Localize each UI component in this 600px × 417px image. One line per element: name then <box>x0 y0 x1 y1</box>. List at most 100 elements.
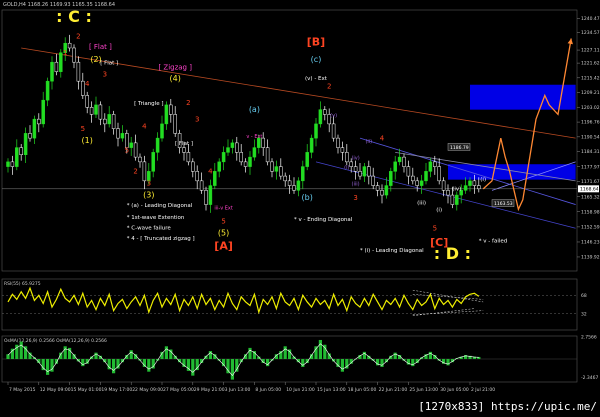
candle-body <box>138 156 142 163</box>
wave-label: 2 <box>133 168 137 176</box>
wave-label: 1 <box>63 49 67 57</box>
candle-body <box>252 147 257 158</box>
wave-label: (3) <box>143 190 154 199</box>
candle-body <box>419 180 424 186</box>
osma-bar <box>380 359 384 367</box>
candle-body <box>230 142 235 148</box>
wave-label: [A] <box>214 240 233 253</box>
time-label: 27 May 05:00 <box>163 387 194 393</box>
wave-label: 2 <box>186 99 190 107</box>
candle-body <box>85 95 89 108</box>
forecast-path <box>482 38 572 212</box>
annotation-note: * v - failed <box>479 239 507 245</box>
annotation-note: * (a) - Leading Diagonal <box>127 203 193 209</box>
wave-label: [ Flat ] <box>100 61 118 67</box>
wave-label: 2 <box>76 32 80 40</box>
annotation-note: * C-wave failure <box>127 225 172 231</box>
candle-body <box>6 161 10 167</box>
candle-body <box>283 175 287 182</box>
candle-body <box>59 52 63 72</box>
osma-bar <box>46 359 50 375</box>
wave-label: 3 <box>353 194 357 202</box>
osma-bar <box>266 359 270 367</box>
symbol-header: GOLD,H4 1168.26 1169.93 1165.35 1168.64 <box>3 2 116 8</box>
wave-label: (1) <box>82 136 93 145</box>
current-price-label: 1168.64 <box>580 187 599 193</box>
price-label: 1240.47 <box>581 16 600 22</box>
candle-body <box>265 147 270 163</box>
wave-label: (4) <box>170 74 181 83</box>
wave-label: [ Flat ] <box>89 43 112 51</box>
osma-bar <box>191 359 195 376</box>
candle-body <box>301 166 305 182</box>
candle-body <box>221 152 226 163</box>
osma-bar <box>283 346 287 359</box>
time-label: 25 Jun 13:00 <box>409 387 438 393</box>
candle-body <box>199 180 204 191</box>
wave-label: v - Ext <box>246 134 262 140</box>
candle-body <box>463 185 468 191</box>
osma-bar <box>411 359 415 367</box>
osma-axis-label: 2.7566 <box>581 335 597 341</box>
time-label: 30 Jun 05:00 <box>440 387 469 393</box>
price-label: 1177.97 <box>581 164 600 170</box>
osma-bar <box>182 359 186 367</box>
wave-label: 5 <box>221 218 225 226</box>
annotation-note: * 4 - [ Truncated zigzag ] <box>127 236 195 242</box>
osma-bar <box>314 346 318 359</box>
rsi-triangle-line <box>412 308 475 316</box>
candle-body <box>204 190 208 205</box>
wave-label: 3 <box>147 180 151 188</box>
candle-body <box>279 166 283 177</box>
price-tag-label: 1163.53 <box>494 201 513 207</box>
wave-label: (i) <box>436 208 442 214</box>
candle-body <box>389 171 393 186</box>
candle-body <box>129 142 133 148</box>
candle-body <box>468 180 472 186</box>
candle-body <box>446 190 450 196</box>
osma-bar <box>63 346 67 359</box>
candle-body <box>455 194 459 205</box>
candle-body <box>142 161 147 182</box>
candle-body <box>477 185 481 190</box>
candle-body <box>309 137 314 153</box>
candle-body <box>217 161 221 172</box>
osma-axis-label: -2.3467 <box>581 375 599 381</box>
wave-label: [B] <box>307 36 325 49</box>
time-label: 12 May 09:00 <box>40 387 71 393</box>
price-label: 1196.76 <box>581 120 600 126</box>
candle-body <box>151 152 155 172</box>
candle-body <box>208 185 213 205</box>
candle-body <box>94 104 98 115</box>
candle-body <box>186 152 191 163</box>
candle-body <box>116 128 120 139</box>
candle-body <box>169 104 173 115</box>
osma-bar <box>164 346 168 359</box>
osma-title: OsMA(12,26,9) 0.2566 OsMA(12,26,9) 0.256… <box>4 338 107 344</box>
time-label: 3 Jun 13:00 <box>225 387 251 393</box>
rsi-level-label: 32 <box>581 311 587 317</box>
price-label: 1152.59 <box>581 224 600 230</box>
candle-body <box>133 142 138 158</box>
price-label: 1171.67 <box>581 179 600 185</box>
wave-label: 5 <box>125 146 129 154</box>
price-label: 1234.57 <box>581 30 600 36</box>
candle-body <box>305 152 309 167</box>
candle-body <box>287 180 292 186</box>
candle-body <box>103 118 107 125</box>
candle-body <box>239 152 243 163</box>
time-label: 29 May 21:00 <box>194 387 225 393</box>
time-label: 22 May 09:00 <box>132 387 163 393</box>
rsi-triangle-line <box>412 310 484 315</box>
wave-label: [ Zigzag ] <box>158 63 192 71</box>
price-label: 1190.54 <box>581 134 600 140</box>
candle-body <box>23 133 28 155</box>
price-label: 1215.42 <box>581 75 600 81</box>
candle-body <box>292 185 296 191</box>
price-label: 1209.21 <box>581 90 600 96</box>
price-label: 1203.02 <box>581 105 600 111</box>
candle-body <box>375 185 380 191</box>
candle-body <box>270 161 274 172</box>
wave-label: (5) <box>218 228 229 237</box>
osma-bar <box>428 351 432 359</box>
